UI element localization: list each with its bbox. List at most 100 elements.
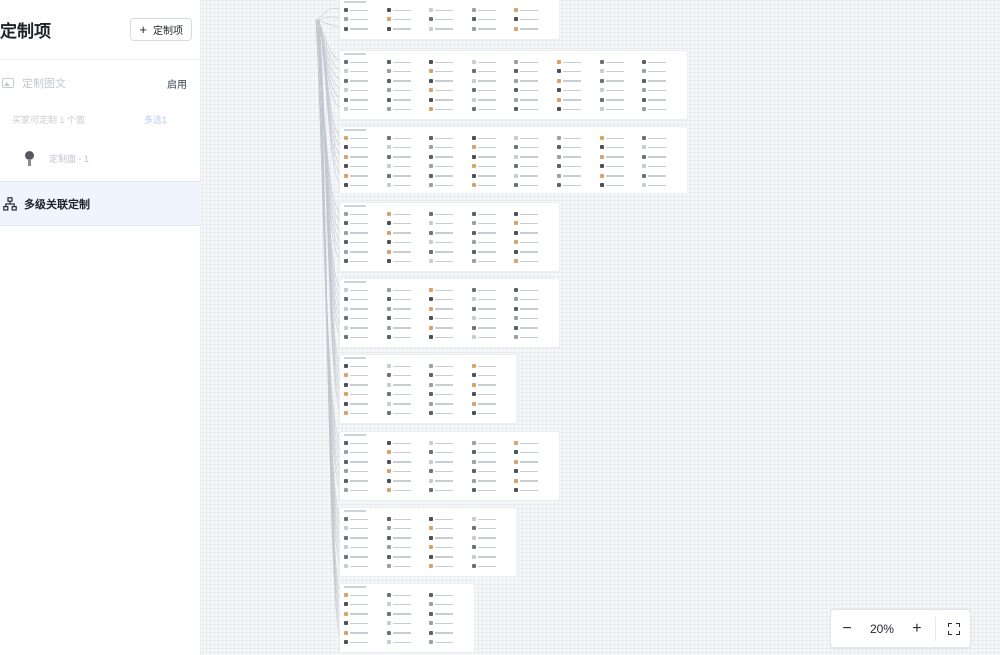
add-customization-button[interactable]: + 定制项 xyxy=(130,18,192,41)
zoom-in-button[interactable]: + xyxy=(901,609,933,648)
option-cell[interactable] xyxy=(429,621,469,626)
fullscreen-button[interactable] xyxy=(938,609,970,648)
custom-face-item[interactable]: 定制面 - 1 xyxy=(0,145,201,171)
option-group[interactable] xyxy=(339,507,518,577)
option-cell[interactable] xyxy=(386,611,427,616)
option-cell[interactable] xyxy=(429,441,469,445)
option-cell[interactable] xyxy=(386,630,427,635)
option-cell[interactable] xyxy=(471,183,512,187)
option-cell[interactable] xyxy=(386,382,427,387)
option-cell[interactable] xyxy=(429,488,469,492)
option-cell[interactable] xyxy=(429,107,469,111)
option-cell[interactable] xyxy=(514,88,554,93)
option-cell[interactable] xyxy=(514,288,554,292)
option-cell[interactable] xyxy=(386,221,427,226)
option-cell[interactable] xyxy=(429,154,469,159)
option-cell[interactable] xyxy=(386,212,427,216)
option-cell[interactable] xyxy=(599,145,640,150)
option-cell[interactable] xyxy=(429,517,469,521)
option-cell[interactable] xyxy=(344,459,384,464)
option-cell[interactable] xyxy=(642,78,682,83)
option-cell[interactable] xyxy=(344,535,384,540)
option-cell[interactable] xyxy=(429,401,469,406)
option-cell[interactable] xyxy=(344,154,384,159)
option-cell[interactable] xyxy=(429,364,469,368)
option-cell[interactable] xyxy=(514,240,554,245)
option-cell[interactable] xyxy=(386,373,427,378)
option-cell[interactable] xyxy=(471,478,512,483)
option-cell[interactable] xyxy=(471,517,512,521)
option-cell[interactable] xyxy=(429,69,469,74)
option-cell[interactable] xyxy=(344,554,384,559)
option-cell[interactable] xyxy=(642,154,682,159)
option-cell[interactable] xyxy=(514,249,554,254)
option-cell[interactable] xyxy=(599,173,640,178)
option-cell[interactable] xyxy=(471,401,512,406)
option-cell[interactable] xyxy=(386,335,427,339)
option-cell[interactable] xyxy=(514,173,554,178)
option-cell[interactable] xyxy=(514,154,554,159)
option-cell[interactable] xyxy=(471,107,512,111)
multi-select-link[interactable]: 多选1 xyxy=(144,113,167,126)
option-cell[interactable] xyxy=(386,164,427,169)
option-cell[interactable] xyxy=(429,26,469,31)
option-cell[interactable] xyxy=(429,306,469,311)
option-cell[interactable] xyxy=(386,411,427,415)
option-cell[interactable] xyxy=(344,97,384,102)
option-cell[interactable] xyxy=(429,212,469,216)
option-cell[interactable] xyxy=(514,316,554,321)
option-cell[interactable] xyxy=(429,164,469,169)
option-cell[interactable] xyxy=(386,392,427,397)
option-cell[interactable] xyxy=(471,306,512,311)
option-cell[interactable] xyxy=(471,373,512,378)
option-cell[interactable] xyxy=(557,154,597,159)
option-cell[interactable] xyxy=(599,107,640,111)
option-cell[interactable] xyxy=(429,335,469,339)
option-cell[interactable] xyxy=(471,382,512,387)
option-cell[interactable] xyxy=(429,173,469,178)
option-cell[interactable] xyxy=(344,488,384,492)
option-cell[interactable] xyxy=(471,459,512,464)
option-group[interactable] xyxy=(339,431,560,501)
option-cell[interactable] xyxy=(429,450,469,455)
option-group[interactable] xyxy=(339,0,560,40)
option-cell[interactable] xyxy=(429,593,469,597)
option-cell[interactable] xyxy=(344,8,384,12)
option-cell[interactable] xyxy=(471,545,512,550)
option-cell[interactable] xyxy=(386,545,427,550)
option-cell[interactable] xyxy=(386,230,427,235)
option-cell[interactable] xyxy=(471,8,512,12)
option-cell[interactable] xyxy=(344,335,384,339)
flow-canvas[interactable] xyxy=(202,0,1000,655)
option-cell[interactable] xyxy=(344,88,384,93)
option-cell[interactable] xyxy=(514,230,554,235)
option-cell[interactable] xyxy=(429,60,469,64)
option-cell[interactable] xyxy=(429,259,469,263)
option-cell[interactable] xyxy=(386,240,427,245)
option-cell[interactable] xyxy=(429,97,469,102)
option-cell[interactable] xyxy=(386,26,427,31)
option-cell[interactable] xyxy=(386,621,427,626)
option-cell[interactable] xyxy=(514,136,554,140)
option-cell[interactable] xyxy=(386,517,427,521)
option-cell[interactable] xyxy=(471,364,512,368)
option-cell[interactable] xyxy=(344,517,384,521)
option-cell[interactable] xyxy=(642,183,682,187)
option-cell[interactable] xyxy=(642,60,682,64)
option-cell[interactable] xyxy=(344,107,384,111)
option-cell[interactable] xyxy=(471,335,512,339)
option-cell[interactable] xyxy=(386,602,427,607)
option-cell[interactable] xyxy=(471,441,512,445)
option-cell[interactable] xyxy=(599,136,640,140)
option-cell[interactable] xyxy=(557,69,597,74)
option-cell[interactable] xyxy=(599,97,640,102)
option-cell[interactable] xyxy=(557,136,597,140)
option-cell[interactable] xyxy=(514,107,554,111)
option-cell[interactable] xyxy=(642,173,682,178)
option-cell[interactable] xyxy=(599,154,640,159)
option-cell[interactable] xyxy=(386,60,427,64)
option-cell[interactable] xyxy=(557,164,597,169)
option-cell[interactable] xyxy=(344,611,384,616)
option-cell[interactable] xyxy=(429,145,469,150)
option-cell[interactable] xyxy=(471,154,512,159)
